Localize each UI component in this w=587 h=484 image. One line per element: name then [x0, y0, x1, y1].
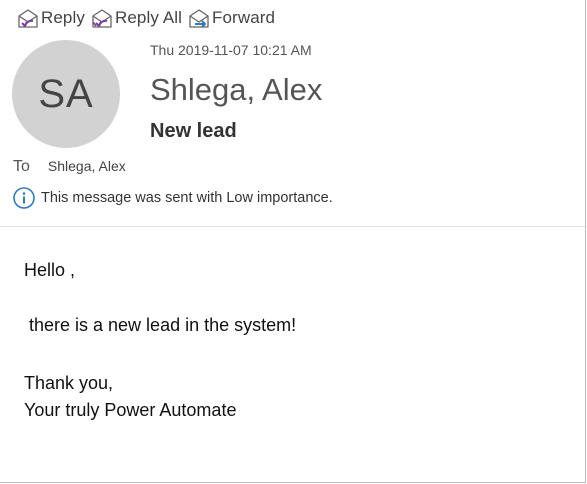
info-icon: [12, 186, 36, 210]
reply-button[interactable]: Reply: [16, 7, 85, 29]
avatar-initials: SA: [38, 71, 94, 116]
to-label: To: [13, 158, 30, 175]
importance-notice: This message was sent with Low importanc…: [12, 186, 333, 210]
sender-name[interactable]: Shlega, Alex: [150, 72, 322, 108]
sender-avatar[interactable]: SA: [12, 40, 120, 148]
message-subject: New lead: [150, 120, 237, 142]
body-closing: Thank you,: [24, 373, 114, 393]
reply-all-icon: [90, 7, 114, 29]
recipients-row: To Shlega, Alex: [13, 158, 126, 176]
forward-button[interactable]: Forward: [187, 7, 275, 29]
message-toolbar: Reply Reply All Forward: [16, 6, 280, 30]
header-divider: [0, 226, 585, 227]
importance-text: This message was sent with Low importanc…: [41, 190, 333, 206]
body-greeting: Hello ,: [24, 260, 76, 280]
reply-all-button[interactable]: Reply All: [90, 7, 182, 29]
body-line: there is a new lead in the system!: [29, 315, 297, 335]
email-reading-pane: Reply Reply All Forward SA Thu 2019-11-0…: [0, 0, 586, 483]
reply-icon: [16, 7, 40, 29]
message-timestamp: Thu 2019-11-07 10:21 AM: [150, 42, 312, 58]
to-recipient[interactable]: Shlega, Alex: [48, 158, 126, 174]
body-signature: Your truly Power Automate: [24, 400, 237, 420]
forward-label: Forward: [212, 8, 276, 27]
reply-label: Reply: [41, 8, 85, 27]
reply-all-label: Reply All: [114, 8, 183, 27]
forward-icon: [187, 7, 211, 29]
